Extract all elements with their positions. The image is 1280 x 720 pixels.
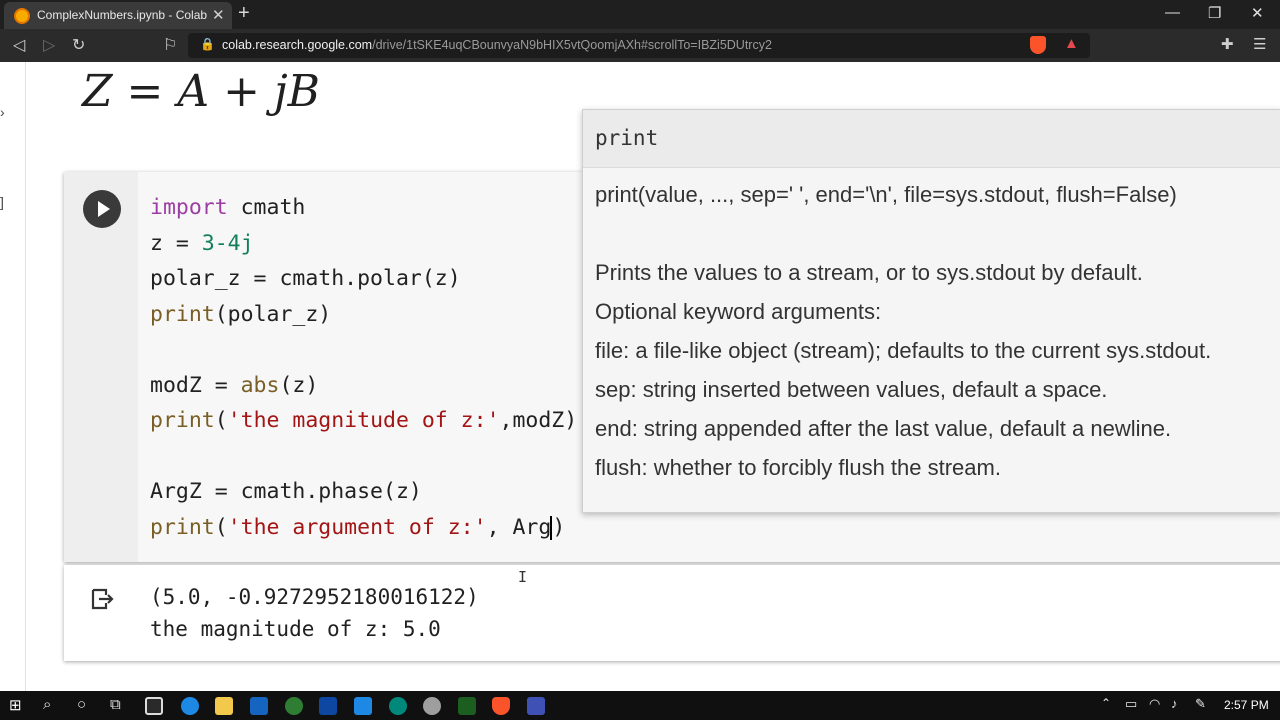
code-token: print	[150, 408, 215, 433]
code-token: 3-4j	[201, 230, 254, 256]
brave-shield-icon[interactable]	[1030, 36, 1046, 54]
code-token: print	[150, 514, 215, 540]
recorder-icon[interactable]	[527, 697, 545, 715]
tooltip-doc-line: sep: string inserted between values, def…	[595, 377, 1108, 402]
text-cursor	[550, 515, 553, 540]
code-token: print	[150, 301, 215, 327]
windows-taskbar: ⊞ ⌕ ○ ⧉ ⌃ ▭ ◠ ♪ ✎ 2:57 PM	[0, 691, 1280, 720]
brave-browser-icon[interactable]	[492, 697, 510, 715]
back-icon[interactable]: ◁	[13, 35, 25, 55]
wifi-icon[interactable]: ◠	[1149, 696, 1160, 712]
notebook-page: › ] Z = A + jB import cmath z = 3-4j polar…	[0, 62, 1280, 691]
output-line: (5.0, -0.9272952180016122)	[150, 585, 479, 609]
code-line: print('the argument of z:', Arg)	[150, 514, 566, 540]
browser-tab-strip: ComplexNumbers.ipynb - Colaboratory ✕ + …	[0, 0, 1280, 29]
tray-chevron-icon[interactable]: ⌃	[1101, 696, 1111, 710]
run-cell-button[interactable]	[83, 190, 121, 228]
pen-icon[interactable]: ✎	[1195, 696, 1206, 712]
bookmark-icon[interactable]: ⚐	[163, 35, 177, 55]
chat-icon[interactable]	[389, 697, 407, 715]
brave-rewards-icon[interactable]: ▲	[1064, 35, 1079, 52]
output-line: the magnitude of z: 5.0	[150, 617, 441, 641]
signature-help-tooltip: print print(value, ..., sep=' ', end='\n…	[582, 109, 1280, 513]
bracket-icon[interactable]: ]	[0, 194, 4, 210]
cortana-icon[interactable]: ○	[77, 696, 86, 713]
extensions-icon[interactable]: ✚	[1221, 35, 1234, 53]
ibeam-cursor-icon: I	[518, 568, 528, 586]
lock-icon: 🔒	[200, 37, 215, 51]
tooltip-doc-line: Optional keyword arguments:	[595, 299, 882, 324]
output-text: (5.0, -0.9272952180016122) the magnitude …	[150, 581, 479, 645]
tab-title: ComplexNumbers.ipynb - Colaboratory	[37, 8, 207, 22]
code-token: 'the argument of z:'	[227, 514, 487, 540]
cell-output: (5.0, -0.9272952180016122) the magnitude …	[64, 565, 1280, 661]
code-token: abs	[240, 372, 280, 398]
tooltip-function-name: print	[595, 126, 659, 150]
maximize-button[interactable]: ❐	[1208, 4, 1221, 22]
output-redirect-icon[interactable]	[90, 587, 114, 611]
tooltip-doc-line: file: a file-like object (stream); defau…	[595, 338, 1212, 363]
minimize-button[interactable]: —	[1165, 4, 1180, 21]
menu-icon[interactable]: ☰	[1253, 35, 1266, 53]
code-line: import cmath	[150, 195, 306, 220]
formula-heading: Z = A + jB	[82, 66, 321, 117]
taskbar-clock[interactable]: 2:57 PM	[1224, 698, 1269, 712]
close-window-button[interactable]: ✕	[1251, 4, 1264, 22]
battery-icon[interactable]: ▭	[1125, 696, 1137, 712]
left-sidebar: › ]	[0, 62, 26, 691]
reload-icon[interactable]: ↻	[72, 35, 85, 55]
code-line: ArgZ = cmath.phase(z)	[150, 479, 422, 504]
cell-gutter	[64, 172, 138, 562]
colab-favicon-icon	[14, 8, 30, 24]
tooltip-signature: print(value, ..., sep=' ', end='\n', fil…	[595, 182, 1177, 207]
code-line: print(polar_z)	[150, 301, 332, 327]
code-line: print('the magnitude of z:',modZ)	[150, 408, 578, 433]
code-line: modZ = abs(z)	[150, 372, 319, 398]
search-icon[interactable]: ⌕	[43, 696, 51, 713]
settings-icon[interactable]	[423, 697, 441, 715]
tooltip-doc-line: Prints the values to a stream, or to sys…	[595, 260, 1143, 285]
code-editor[interactable]: import cmath z = 3-4j polar_z = cmath.pola…	[150, 190, 577, 545]
tooltip-body: print(value, ..., sep=' ', end='\n', fil…	[595, 182, 1280, 494]
code-line: polar_z = cmath.polar(z)	[150, 266, 461, 291]
tab-close-icon[interactable]: ✕	[212, 6, 225, 24]
edge-icon[interactable]	[181, 697, 199, 715]
forward-icon[interactable]: ▷	[43, 35, 55, 55]
code-line: z = 3-4j	[150, 230, 254, 256]
whiteboard-icon[interactable]	[354, 697, 372, 715]
new-tab-button[interactable]: +	[238, 2, 250, 25]
tooltip-spacer	[595, 221, 1280, 260]
code-token: 'the magnitude of z:'	[227, 408, 500, 433]
mail-icon[interactable]	[319, 697, 337, 715]
chevron-right-icon[interactable]: ›	[0, 104, 5, 120]
excel-icon[interactable]	[458, 697, 476, 715]
tooltip-doc-line: end: string appended after the last valu…	[595, 416, 1172, 441]
l-app-icon[interactable]	[250, 697, 268, 715]
browser-tab[interactable]: ComplexNumbers.ipynb - Colaboratory ✕	[4, 2, 232, 29]
tooltip-header: print	[583, 110, 1280, 168]
address-bar[interactable]: 🔒 colab.research.google.com/drive/1tSKE4…	[188, 33, 1090, 58]
task-view-icon[interactable]: ⧉	[110, 696, 121, 713]
app-icon[interactable]	[285, 697, 303, 715]
volume-icon[interactable]: ♪	[1171, 696, 1178, 711]
tooltip-doc-line: flush: whether to forcibly flush the str…	[595, 455, 1001, 480]
store-icon[interactable]	[145, 697, 163, 715]
url-text[interactable]: colab.research.google.com/drive/1tSKE4uq…	[222, 38, 772, 52]
browser-toolbar: ◁ ▷ ↻ ⚐ 🔒 colab.research.google.com/driv…	[0, 29, 1280, 62]
file-explorer-icon[interactable]	[215, 697, 233, 715]
windows-start-icon[interactable]: ⊞	[9, 696, 22, 714]
code-token: import	[150, 195, 228, 220]
